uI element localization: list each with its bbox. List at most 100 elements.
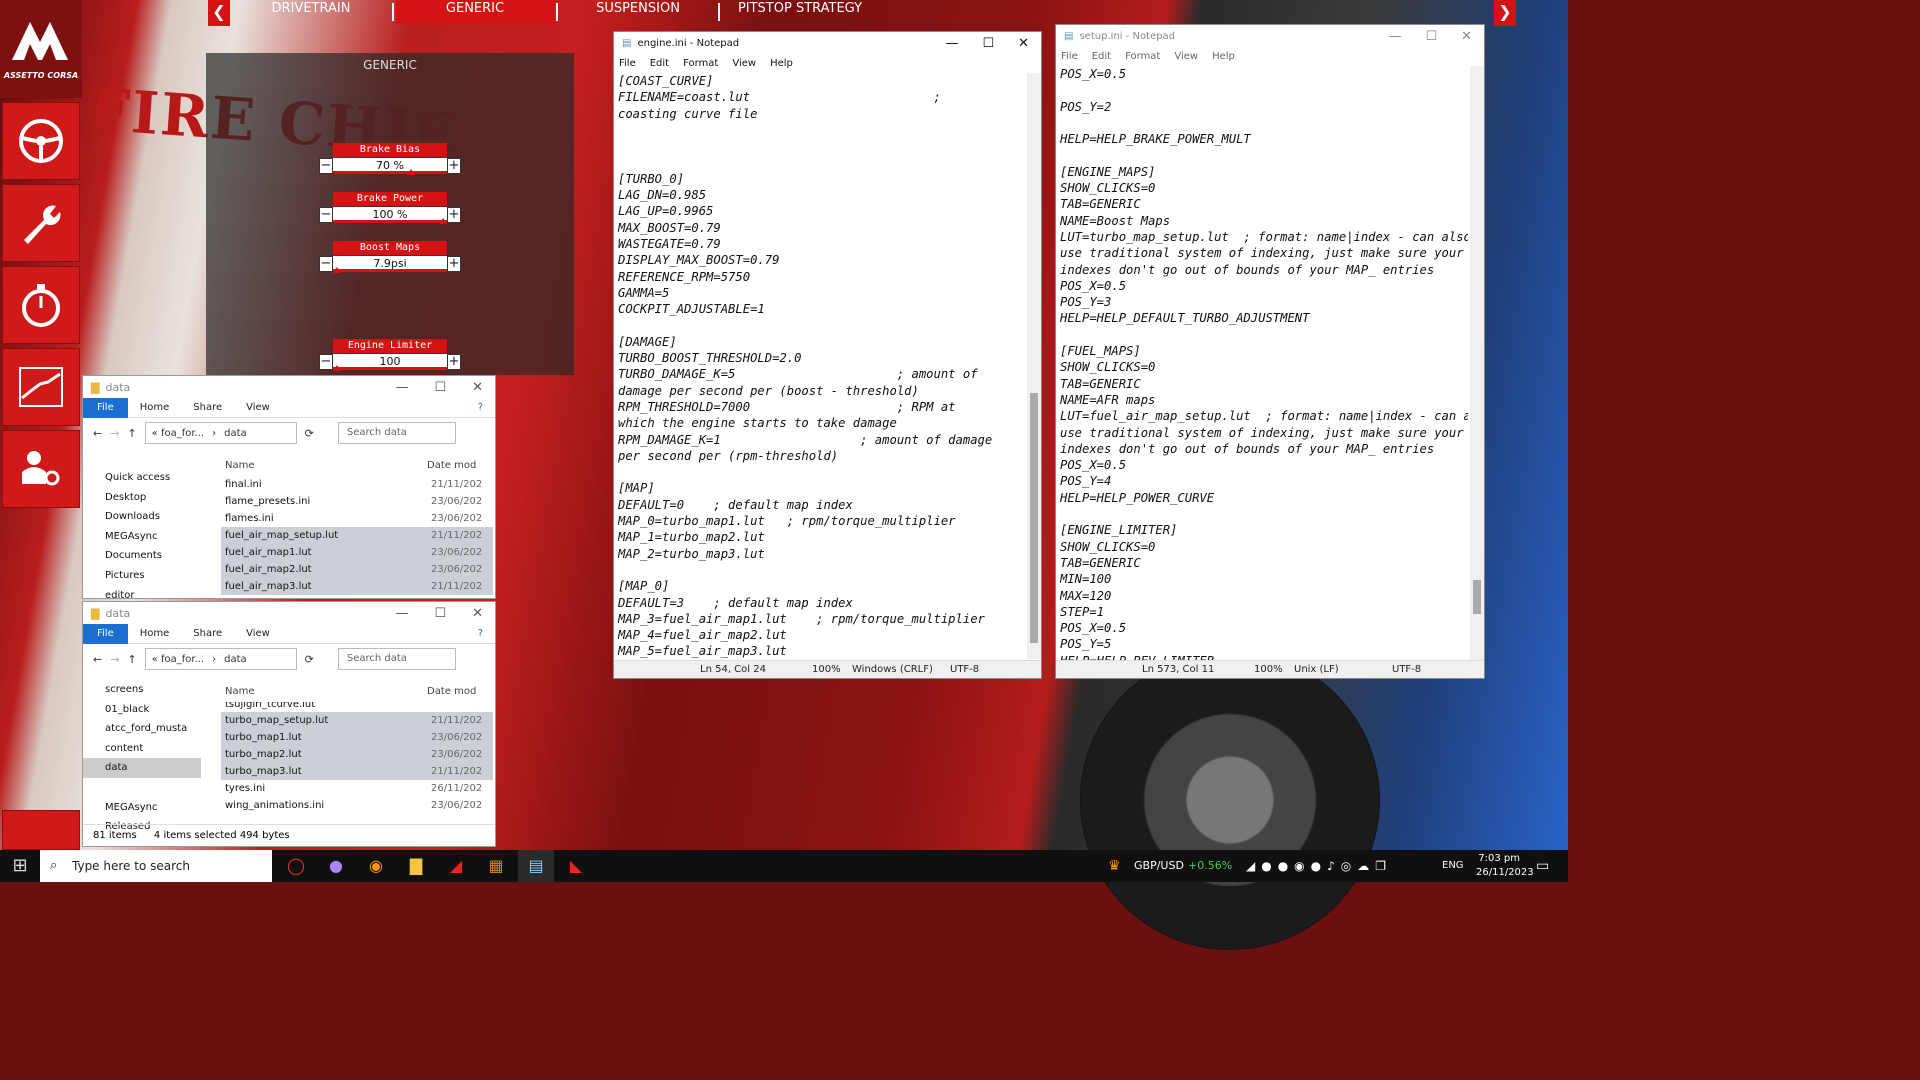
- pit-crew-icon[interactable]: [2, 430, 80, 508]
- value-slider-knob[interactable]: [439, 218, 447, 224]
- nav-editor[interactable]: editor: [83, 586, 201, 598]
- back-arrow-icon[interactable]: ←: [93, 653, 102, 666]
- tab-drivetrain[interactable]: DRIVETRAIN: [238, 0, 384, 18]
- up-arrow-icon[interactable]: ↑: [127, 653, 136, 666]
- file-row[interactable]: tyres.ini 26/11/202: [221, 780, 493, 797]
- back-arrow-icon[interactable]: ←: [93, 427, 102, 440]
- file-row[interactable]: wing_animations.ini 23/06/202: [221, 797, 493, 814]
- nav-content[interactable]: content: [83, 739, 201, 759]
- file-row[interactable]: turbo_map_setup.lut 21/11/202: [221, 712, 493, 729]
- tab-generic[interactable]: GENERIC: [396, 0, 554, 24]
- nav-01-black[interactable]: 01_black: [83, 700, 201, 720]
- tab-pitstop-strategy[interactable]: PITSTOP STRATEGY: [722, 0, 878, 18]
- file-row[interactable]: flames.ini 23/06/202: [221, 510, 493, 527]
- blender-icon[interactable]: ◉: [358, 850, 394, 882]
- file-row[interactable]: tsujigiri_tcurve.lut: [221, 702, 493, 712]
- help-icon[interactable]: ?: [466, 402, 495, 413]
- setting-value[interactable]: 100 %: [333, 207, 447, 224]
- ribbon-home-tab[interactable]: Home: [128, 402, 182, 413]
- nav-atcc-ford[interactable]: atcc_ford_musta: [83, 719, 201, 739]
- menu-edit[interactable]: Edit: [650, 58, 669, 69]
- wrench-icon[interactable]: [2, 184, 80, 262]
- menu-format[interactable]: Format: [683, 58, 718, 69]
- ribbon-home-tab[interactable]: Home: [128, 628, 182, 639]
- next-tab-arrow-icon[interactable]: ❯: [1494, 0, 1516, 26]
- previous-tab-arrow-icon[interactable]: ❮: [208, 0, 230, 26]
- file-row[interactable]: turbo_map2.lut 23/06/202: [221, 746, 493, 763]
- maximize-icon[interactable]: ☐: [434, 606, 446, 621]
- increase-button[interactable]: +: [447, 354, 461, 370]
- column-header-date[interactable]: Date mod: [427, 456, 476, 476]
- nav-downloads[interactable]: Downloads: [83, 507, 201, 527]
- vertical-scrollbar[interactable]: [1027, 73, 1041, 659]
- opera-icon[interactable]: ◯: [278, 850, 314, 882]
- nav-pictures[interactable]: Pictures: [83, 566, 201, 586]
- language-indicator[interactable]: ENG: [1442, 850, 1464, 882]
- maximize-icon[interactable]: ☐: [434, 380, 446, 395]
- refresh-icon[interactable]: ⟳: [305, 427, 314, 440]
- maximize-icon[interactable]: ☐: [1425, 29, 1437, 44]
- nav-documents[interactable]: Documents: [83, 546, 201, 566]
- menu-file[interactable]: File: [619, 58, 636, 69]
- close-icon[interactable]: ✕: [1461, 29, 1472, 44]
- forward-arrow-icon[interactable]: →: [110, 653, 119, 666]
- ribbon-file-tab[interactable]: File: [83, 397, 128, 418]
- decrease-button[interactable]: −: [319, 158, 333, 174]
- increase-button[interactable]: +: [447, 256, 461, 272]
- setting-value[interactable]: 70 %: [333, 158, 447, 175]
- clock[interactable]: 7:03 pm 26/11/2023: [1476, 852, 1534, 880]
- nav-megasync[interactable]: MEGAsync: [83, 527, 201, 547]
- file-row[interactable]: turbo_map3.lut 21/11/202: [221, 763, 493, 780]
- value-slider-knob[interactable]: [333, 267, 341, 273]
- search-input[interactable]: Search data: [337, 422, 456, 444]
- column-header-name[interactable]: Name: [221, 682, 427, 702]
- increase-button[interactable]: +: [447, 207, 461, 223]
- menu-view[interactable]: View: [732, 58, 756, 69]
- nav-desktop[interactable]: Desktop: [83, 488, 201, 508]
- vertical-scrollbar[interactable]: [1470, 66, 1484, 660]
- search-input[interactable]: Search data: [337, 648, 456, 670]
- ribbon-file-tab[interactable]: File: [83, 623, 128, 644]
- nav-megasync[interactable]: MEGAsync: [83, 798, 201, 818]
- ribbon-view-tab[interactable]: View: [234, 402, 282, 413]
- assetto-corsa-icon[interactable]: ◣: [558, 850, 594, 882]
- column-header-name[interactable]: Name: [221, 456, 427, 476]
- close-icon[interactable]: ✕: [1018, 36, 1029, 51]
- setting-value[interactable]: 7.9psi: [333, 256, 447, 273]
- nav-screens[interactable]: screens: [83, 680, 201, 700]
- power-icon[interactable]: [2, 810, 80, 850]
- minimize-icon[interactable]: —: [395, 380, 408, 395]
- tab-suspension[interactable]: SUSPENSION: [560, 0, 716, 18]
- column-header-date[interactable]: Date mod: [427, 682, 476, 702]
- window-titlebar[interactable]: ▤ setup.ini - Notepad — ☐ ✕: [1056, 25, 1484, 47]
- text-editor-area[interactable]: [COAST_CURVE] FILENAME=coast.lut ; coast…: [618, 73, 1025, 659]
- nav-quick-access[interactable]: Quick access: [83, 468, 201, 488]
- path-segment[interactable]: data: [224, 428, 247, 439]
- file-row[interactable]: fuel_air_map3.lut 21/11/202: [221, 578, 493, 595]
- forward-arrow-icon[interactable]: →: [110, 427, 119, 440]
- address-bar[interactable]: « foa_for... › data: [144, 422, 297, 444]
- path-segment[interactable]: « foa_for...: [152, 654, 204, 665]
- decrease-button[interactable]: −: [319, 207, 333, 223]
- menu-edit[interactable]: Edit: [1092, 51, 1111, 62]
- file-row[interactable]: fuel_air_map1.lut 23/06/202: [221, 544, 493, 561]
- minimize-icon[interactable]: —: [945, 36, 958, 51]
- increase-button[interactable]: +: [447, 158, 461, 174]
- menu-help[interactable]: Help: [1212, 51, 1235, 62]
- file-explorer-icon[interactable]: ▇: [398, 850, 434, 882]
- discord-icon[interactable]: ●: [318, 850, 354, 882]
- setting-value[interactable]: 100: [333, 354, 447, 371]
- telemetry-graph-icon[interactable]: [2, 348, 80, 426]
- scrollbar-thumb[interactable]: [1030, 393, 1038, 643]
- close-icon[interactable]: ✕: [472, 606, 483, 621]
- system-tray-icons[interactable]: ◢●●◉●♪◎☁❐: [1246, 850, 1392, 882]
- ribbon-view-tab[interactable]: View: [234, 628, 282, 639]
- ribbon-share-tab[interactable]: Share: [181, 402, 234, 413]
- file-row[interactable]: fuel_air_map_setup.lut 21/11/202: [221, 527, 493, 544]
- up-arrow-icon[interactable]: ↑: [127, 427, 136, 440]
- steering-wheel-icon[interactable]: [2, 102, 80, 180]
- notification-icon[interactable]: ▭: [1536, 850, 1549, 882]
- maximize-icon[interactable]: ☐: [982, 36, 994, 51]
- close-icon[interactable]: ✕: [472, 380, 483, 395]
- file-row[interactable]: final.ini 21/11/202: [221, 476, 493, 493]
